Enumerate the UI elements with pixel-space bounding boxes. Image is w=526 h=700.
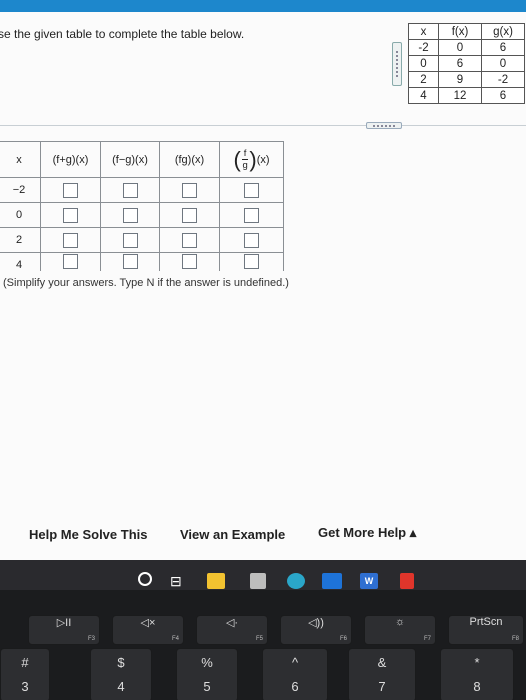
file-explorer-icon[interactable] [207, 573, 225, 589]
answer-input[interactable] [182, 182, 197, 198]
ref-cell: -2 [481, 71, 525, 88]
ref-cell: 2 [408, 71, 439, 88]
answer-input[interactable] [122, 182, 138, 198]
answer-input[interactable] [244, 182, 259, 198]
col-header-sum: (f+g)(x) [40, 141, 101, 178]
ref-cell: 0 [408, 55, 439, 72]
top-accent-bar [0, 0, 526, 12]
help-me-solve-button[interactable]: Help Me Solve This [29, 527, 147, 542]
reference-table-expander[interactable] [392, 42, 402, 86]
ref-row: -2 0 6 [408, 39, 525, 56]
key-f3: ▷II F3 [28, 615, 100, 645]
screen: se the given table to complete the table… [0, 0, 526, 590]
mail-icon[interactable] [322, 573, 342, 589]
ref-cell: 6 [481, 87, 525, 104]
col-header-x: x [0, 141, 41, 178]
answer-input[interactable] [63, 232, 78, 248]
answer-table: x (f+g)(x) (f−g)(x) (fg)(x) ( f g ) (x) [0, 141, 284, 271]
store-icon[interactable] [250, 573, 266, 589]
ref-cell: 9 [438, 71, 482, 88]
ref-cell: 4 [408, 87, 439, 104]
col-header-product: (fg)(x) [159, 141, 220, 178]
answer-input[interactable] [63, 254, 78, 270]
answer-input[interactable] [182, 254, 197, 270]
x-value: 0 [0, 202, 41, 228]
simplify-note: (Simplify your answers. Type N if the an… [3, 277, 289, 289]
quotient-numerator: f [241, 148, 249, 160]
key-5: % 5 [176, 648, 238, 700]
taskbar: ⊟ W [0, 560, 526, 590]
answer-input[interactable] [63, 207, 78, 223]
task-view-icon[interactable]: ⊟ [170, 573, 186, 589]
x-value: 2 [0, 227, 41, 253]
answer-input[interactable] [244, 232, 259, 248]
answer-input[interactable] [122, 207, 138, 223]
ref-cell: 12 [438, 87, 482, 104]
key-6: ^ 6 [262, 648, 328, 700]
key-7: & 7 [348, 648, 416, 700]
answer-input[interactable] [244, 254, 259, 270]
ref-cell: -2 [408, 39, 439, 56]
table-row: −2 [0, 177, 284, 203]
answer-input[interactable] [122, 232, 138, 248]
col-header-difference: (f−g)(x) [100, 141, 160, 178]
key-8: * 8 [440, 648, 514, 700]
divider-drag-handle[interactable] [366, 122, 402, 129]
office-icon[interactable] [400, 573, 414, 589]
key-f7: ☼ F7 [364, 615, 436, 645]
instruction-text: se the given table to complete the table… [0, 27, 245, 41]
x-value: 4 [0, 252, 41, 271]
key-f5: ◁· F5 [196, 615, 268, 645]
quotient-suffix: (x) [256, 153, 270, 166]
key-4: $4 [90, 648, 152, 700]
ref-cell: 0 [438, 39, 482, 56]
x-value: −2 [0, 177, 41, 203]
answer-input[interactable] [244, 207, 259, 223]
circle-search-icon[interactable] [138, 572, 152, 586]
view-example-button[interactable]: View an Example [180, 527, 285, 542]
table-row: 2 [0, 227, 284, 253]
ref-row: 2 9 -2 [408, 71, 525, 88]
ref-header-x: x [408, 23, 439, 40]
ref-row: 4 12 6 [408, 87, 525, 104]
answer-input[interactable] [182, 232, 197, 248]
word-icon[interactable]: W [360, 573, 378, 589]
key-f8: PrtScn F8 [448, 615, 524, 645]
ref-cell: 6 [438, 55, 482, 72]
ref-header-g: g(x) [481, 23, 525, 40]
ref-header-f: f(x) [438, 23, 482, 40]
col-header-quotient: ( f g ) (x) [219, 141, 284, 178]
answer-input[interactable] [122, 254, 138, 270]
key-3: #3 [0, 648, 50, 700]
quotient-denominator: g [242, 160, 248, 171]
section-divider [0, 125, 526, 126]
edge-icon[interactable] [287, 573, 305, 589]
table-row: 4 [0, 252, 284, 271]
table-row: 0 [0, 202, 284, 228]
ref-cell: 6 [481, 39, 525, 56]
ref-row: 0 6 0 [408, 55, 525, 72]
key-f6: ◁)) F6 [280, 615, 352, 645]
physical-keyboard: ▷II F3 ◁× F4 ◁· F5 ◁)) F6 ☼ F7 PrtScn F8 #3 $4… [0, 590, 526, 700]
reference-table: x f(x) g(x) -2 0 6 0 6 0 2 9 -2 4 12 6 [408, 23, 525, 104]
key-f4: ◁× F4 [112, 615, 184, 645]
answer-input[interactable] [63, 182, 78, 198]
ref-cell: 0 [481, 55, 525, 72]
get-more-help-button[interactable]: Get More Help ▴ [318, 525, 416, 541]
answer-input[interactable] [182, 207, 197, 223]
